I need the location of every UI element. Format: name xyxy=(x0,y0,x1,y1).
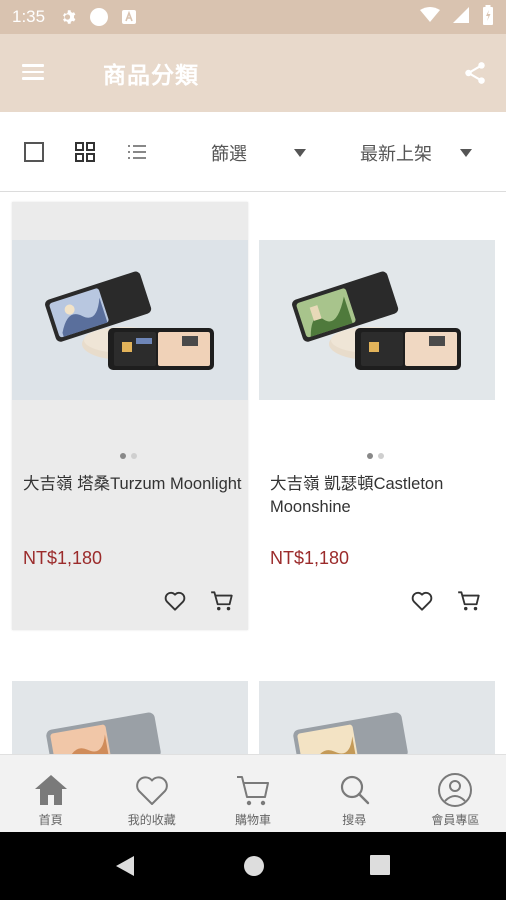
nav-cart[interactable]: 購物車 xyxy=(202,755,303,832)
bottom-navigation: 首頁 我的收藏 購物車 搜尋 會員專區 xyxy=(0,754,506,832)
grid-view-icon[interactable] xyxy=(74,141,96,163)
favorite-heart-icon[interactable] xyxy=(409,588,437,616)
nav-search[interactable]: 搜尋 xyxy=(304,755,405,832)
heart-icon xyxy=(132,771,172,809)
favorite-heart-icon[interactable] xyxy=(162,588,190,616)
product-card[interactable]: 大吉嶺 凱瑟頓Castleton Moonshine NT$1,180 xyxy=(259,202,495,630)
filter-label: 篩選 xyxy=(211,144,247,165)
status-bar: 1:35 xyxy=(0,0,506,34)
status-time: 1:35 xyxy=(12,7,46,26)
add-to-cart-icon[interactable] xyxy=(456,588,484,616)
product-toolbar: 篩選 最新上架 xyxy=(0,112,506,192)
carousel-dot[interactable] xyxy=(367,453,373,459)
home-circle-icon[interactable] xyxy=(242,854,266,882)
product-card[interactable]: 大吉嶺 塔桑Turzum Moonlight NT$1,180 xyxy=(12,202,248,630)
wifi-icon xyxy=(420,7,440,27)
carousel-dot[interactable] xyxy=(131,453,137,459)
image-carousel-dots xyxy=(367,453,384,459)
app-bar: 商品分類 xyxy=(0,34,506,112)
product-name[interactable]: 大吉嶺 凱瑟頓Castleton Moonshine xyxy=(270,473,490,519)
back-icon[interactable] xyxy=(114,854,136,882)
user-icon xyxy=(435,771,475,809)
recents-square-icon[interactable] xyxy=(369,854,391,880)
product-image[interactable] xyxy=(12,240,248,400)
product-price: NT$1,180 xyxy=(270,548,350,568)
filter-dropdown[interactable]: 篩選 xyxy=(211,140,306,166)
product-name[interactable]: 大吉嶺 塔桑Turzum Moonlight xyxy=(23,473,243,496)
image-carousel-dots xyxy=(120,453,137,459)
nav-label: 首頁 xyxy=(38,813,63,827)
product-card-partial[interactable] xyxy=(12,681,248,754)
settings-icon xyxy=(59,7,79,27)
hamburger-menu-icon[interactable] xyxy=(22,60,56,88)
sort-label: 最新上架 xyxy=(360,144,432,165)
product-card-partial[interactable] xyxy=(259,681,495,754)
sort-dropdown[interactable]: 最新上架 xyxy=(360,140,472,166)
a-badge-icon xyxy=(119,7,139,27)
chevron-down-icon xyxy=(460,149,472,157)
add-to-cart-icon[interactable] xyxy=(209,588,237,616)
product-price: NT$1,180 xyxy=(23,548,103,568)
nav-label: 會員專區 xyxy=(431,813,480,827)
nav-favorites[interactable]: 我的收藏 xyxy=(101,755,202,832)
carousel-dot[interactable] xyxy=(120,453,126,459)
system-navigation-bar xyxy=(0,832,506,900)
nav-member[interactable]: 會員專區 xyxy=(405,755,506,832)
chevron-down-icon xyxy=(294,149,306,157)
battery-icon xyxy=(482,5,494,29)
cart-icon xyxy=(233,771,273,809)
share-icon[interactable] xyxy=(462,60,490,88)
single-view-icon[interactable] xyxy=(23,141,45,163)
list-view-icon[interactable] xyxy=(126,141,148,163)
nav-label: 購物車 xyxy=(235,813,272,827)
search-icon xyxy=(334,771,374,809)
product-image[interactable] xyxy=(259,240,495,400)
carousel-dot[interactable] xyxy=(378,453,384,459)
home-icon xyxy=(31,771,71,809)
signal-icon xyxy=(452,6,470,28)
circle-icon xyxy=(89,7,109,27)
nav-label: 搜尋 xyxy=(342,813,367,827)
product-grid: 大吉嶺 塔桑Turzum Moonlight NT$1,180 大吉嶺 凱瑟頓C… xyxy=(0,192,506,754)
nav-home[interactable]: 首頁 xyxy=(0,755,101,832)
nav-label: 我的收藏 xyxy=(127,813,176,827)
page-title: 商品分類 xyxy=(103,63,199,89)
